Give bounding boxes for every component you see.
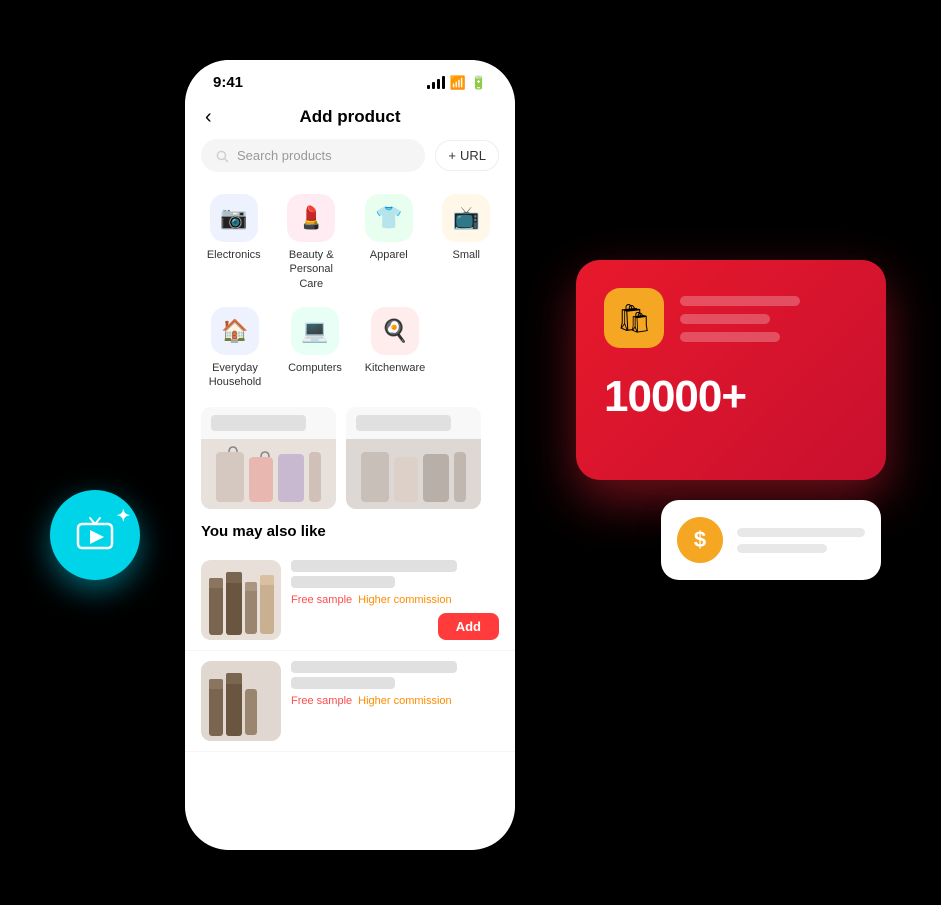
product-thumb-2 [201, 661, 281, 741]
product-thumb-1 [201, 560, 281, 640]
status-icons: 📶 🔋 [427, 75, 487, 91]
cyan-play-circle[interactable]: ✦ [50, 490, 140, 580]
free-sample-tag-2: Free sample [291, 695, 352, 707]
electronics-label: Electronics [207, 248, 261, 262]
small-icon: 📺 [442, 194, 490, 242]
status-time: 9:41 [213, 74, 243, 91]
product-card-1-image [201, 439, 336, 509]
wifi-icon: 📶 [450, 75, 466, 91]
red-card-shop-icon: 🛍 [604, 288, 664, 348]
computers-icon: 💻 [291, 307, 339, 355]
kitchenware-label: Kitchenware [365, 361, 426, 375]
product-card-2[interactable] [346, 407, 481, 509]
free-sample-tag-1: Free sample [291, 594, 352, 606]
product-info-2: Free sample Higher commission [291, 661, 499, 741]
category-apparel[interactable]: 👕 Apparel [350, 186, 428, 299]
product-info-1: Free sample Higher commission Add [291, 560, 499, 640]
product-name-bar-1b [291, 576, 395, 588]
category-beauty[interactable]: 💄 Beauty & Personal Care [273, 186, 351, 299]
red-card-lines [680, 296, 858, 342]
search-placeholder: Search products [237, 148, 332, 163]
household-icon: 🏠 [211, 307, 259, 355]
clothes-image [211, 442, 326, 507]
add-button-1[interactable]: Add [438, 613, 499, 640]
beauty-label: Beauty & Personal Care [277, 248, 347, 291]
product-card-1-label [211, 415, 306, 431]
category-electronics[interactable]: 📷 Electronics [195, 186, 273, 299]
category-household[interactable]: 🏠 Everyday Household [195, 299, 275, 398]
kitchenware-icon: 🍳 [371, 307, 419, 355]
battery-icon: 🔋 [471, 75, 487, 91]
small-label: Small [452, 248, 480, 262]
apparel-icon: 👕 [365, 194, 413, 242]
sparkle-icon: ✦ [117, 506, 130, 526]
categories-row-1: 📷 Electronics 💄 Beauty & Personal Care 👕… [185, 186, 515, 299]
signal-bars-icon [427, 76, 445, 89]
status-bar: 9:41 📶 🔋 [185, 60, 515, 99]
section-title: You may also like [185, 519, 515, 550]
product-image-1 [201, 560, 281, 640]
product-name-bar-2a [291, 661, 457, 673]
red-card-line-1 [680, 296, 800, 306]
household-label: Everyday Household [199, 361, 271, 390]
white-card: $ [661, 500, 881, 580]
category-kitchenware[interactable]: 🍳 Kitchenware [355, 299, 435, 398]
computers-label: Computers [288, 361, 342, 375]
category-small[interactable]: 📺 Small [428, 186, 506, 299]
url-button[interactable]: + URL [435, 140, 499, 171]
electronics-icon: 📷 [210, 194, 258, 242]
apparel-label: Apparel [370, 248, 408, 262]
clothes-image-2 [356, 442, 471, 507]
product-name-bar-2b [291, 677, 395, 689]
white-card-line-2 [737, 544, 827, 553]
product-list-item-1[interactable]: Free sample Higher commission Add [185, 550, 515, 651]
higher-commission-tag-2: Higher commission [358, 695, 452, 707]
product-tags-2: Free sample Higher commission [291, 695, 499, 707]
url-plus-icon: + [448, 148, 456, 163]
product-cards-row [185, 397, 515, 519]
product-card-1[interactable] [201, 407, 336, 509]
white-card-line-1 [737, 528, 865, 537]
red-card: 🛍 10000+ [576, 260, 886, 480]
scene: 9:41 📶 🔋 ‹ Add product [0, 0, 941, 905]
red-card-number: 10000+ [604, 372, 858, 422]
red-card-line-3 [680, 332, 780, 342]
product-image-2 [201, 661, 281, 741]
category-computers[interactable]: 💻 Computers [275, 299, 355, 398]
product-card-2-label [356, 415, 451, 431]
app-header: ‹ Add product [185, 99, 515, 139]
search-bar: Search products + URL [185, 139, 515, 186]
search-icon [215, 149, 229, 163]
red-card-line-2 [680, 314, 770, 324]
url-label: URL [460, 148, 486, 163]
product-card-2-image [346, 439, 481, 509]
higher-commission-tag-1: Higher commission [358, 594, 452, 606]
dollar-icon: $ [677, 517, 723, 563]
tv-icon [74, 516, 116, 554]
product-tags-1: Free sample Higher commission [291, 594, 499, 606]
back-button[interactable]: ‹ [205, 106, 212, 129]
page-title: Add product [299, 107, 400, 127]
product-name-bar-1a [291, 560, 457, 572]
search-input[interactable]: Search products [201, 139, 425, 172]
phone: 9:41 📶 🔋 ‹ Add product [185, 60, 515, 850]
categories-row-2: 🏠 Everyday Household 💻 Computers 🍳 Kitch… [185, 299, 515, 398]
beauty-icon: 💄 [287, 194, 335, 242]
white-card-lines [737, 528, 865, 553]
product-list-item-2[interactable]: Free sample Higher commission [185, 651, 515, 752]
